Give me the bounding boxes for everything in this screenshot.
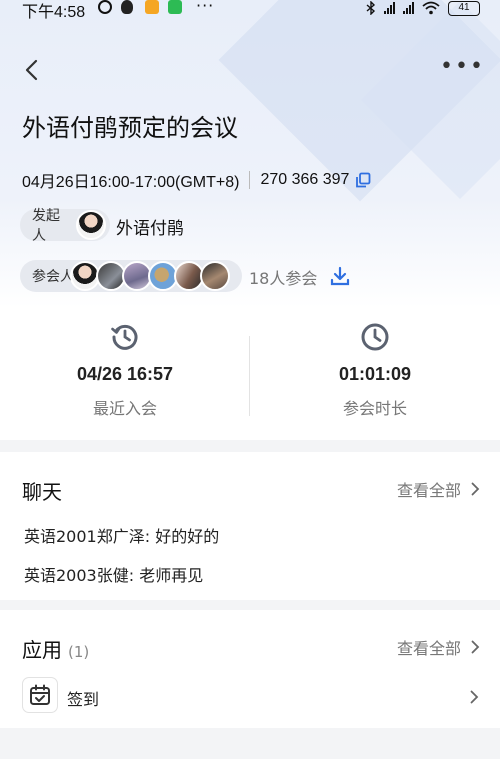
page-title: 外语付鹃预定的会议 [22,114,238,142]
duration-label: 参会时长 [342,399,407,418]
meeting-time-row: 04月26日16:00-17:00(GMT+8) 270 366 397 [22,168,371,192]
history-clock-icon [111,324,138,350]
chat-title: 聊天 [20,476,62,505]
chevron-right-icon [471,482,480,496]
battery-icon: 41 [448,0,480,16]
divider [249,171,251,189]
signin-label: 签到 [67,690,100,709]
chevron-right-icon [470,690,479,704]
duration-value: 01:01:09 [338,364,412,384]
chat-message: 英语2003张健: 老师再见 [24,566,204,585]
bluetooth-icon [366,1,376,15]
notification-app-icon [145,0,159,14]
download-icon[interactable] [330,266,350,286]
qq-icon [121,0,133,14]
meeting-time: 04月26日16:00-17:00(GMT+8) [22,174,240,191]
apps-title-text: 应用 [22,638,62,662]
apps-view-all-link[interactable]: 查看全部 [397,635,480,659]
host-avatar [76,210,106,240]
more-options-icon[interactable]: ••• [440,56,485,78]
apps-view-all-label: 查看全部 [396,639,461,658]
back-arrow-icon[interactable] [22,58,44,82]
avatar [200,261,230,291]
calendar-check-icon [30,684,50,705]
signin-icon-box [22,677,58,713]
signal-icon [384,2,395,14]
status-bar: 下午4:58 ··· 41 [0,0,500,21]
signal-icon [403,2,414,14]
copy-icon[interactable] [355,172,371,188]
attendees-pill[interactable]: 参会人 [20,260,242,292]
host-label: 发起人 [32,208,60,244]
more-notifications-icon: ··· [196,0,215,15]
attendees-label: 参会人 [32,269,74,285]
chat-view-all-label: 查看全部 [396,481,461,500]
last-join-stat: 04/26 16:57 最近入会 [0,322,250,419]
wifi-icon [422,1,440,15]
last-join-label: 最近入会 [92,399,157,418]
attendee-count: 18人参会 [249,269,318,288]
host-name: 外语付鹃 [116,219,184,239]
alarm-icon [98,0,112,14]
chat-section: 聊天 查看全部 英语2001郑广泽: 好的好的 英语2003张健: 老师再见 [0,452,500,600]
status-time: 下午4:58 [22,4,86,21]
header-area: 下午4:58 ··· 41 ••• 外语付鹃预定的会议 04月26日16:00-… [0,0,500,440]
wechat-icon [168,0,182,14]
host-pill: 发起人 [20,208,110,244]
apps-count: (1) [68,643,90,661]
duration-stat: 01:01:09 参会时长 [250,322,500,419]
chevron-right-icon [471,640,480,654]
chat-title-text: 聊天 [22,480,62,504]
apps-section: 应用 (1) 查看全部 签到 [0,610,500,728]
chat-view-all-link[interactable]: 查看全部 [397,477,480,501]
chat-message: 英语2001郑广泽: 好的好的 [24,527,220,546]
apps-title: 应用 (1) [20,634,90,663]
last-join-value: 04/26 16:57 [76,364,174,384]
clock-icon [361,323,389,351]
meeting-id: 270 366 397 [260,171,350,188]
